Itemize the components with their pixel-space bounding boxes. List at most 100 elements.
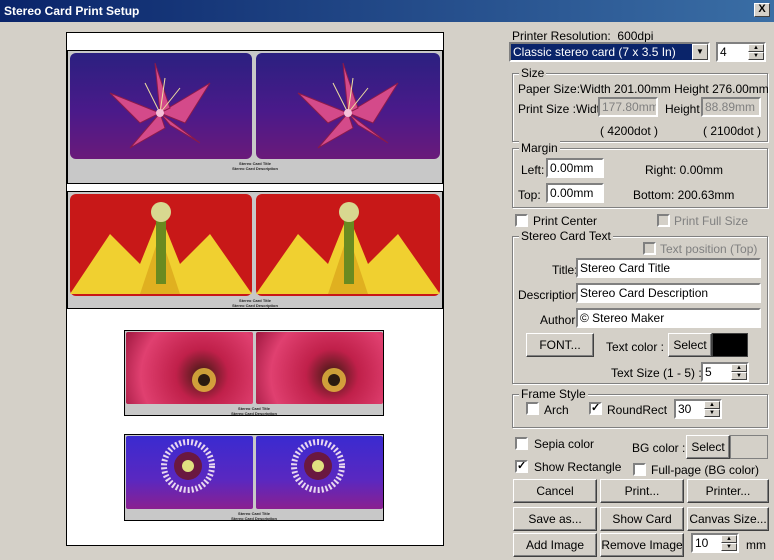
- margin-group-label: Margin: [519, 141, 560, 155]
- show-rectangle-checkbox[interactable]: ✓: [515, 460, 528, 473]
- margin-top-field[interactable]: 0.00mm: [546, 183, 604, 203]
- spin-up-icon[interactable]: ▲: [704, 401, 720, 409]
- cancel-button[interactable]: Cancel: [513, 479, 597, 503]
- remove-image-button[interactable]: Remove Image: [600, 533, 684, 557]
- spin-up-icon[interactable]: ▲: [721, 535, 737, 543]
- stereo-card-2[interactable]: Stereo Card Title Stereo Card Descriptio…: [67, 191, 443, 309]
- stereo-card-1[interactable]: Stereo Card Title Stereo Card Descriptio…: [67, 50, 443, 184]
- spin-down-icon[interactable]: ▼: [748, 52, 764, 60]
- title-bar: Stereo Card Print Setup X: [0, 0, 774, 22]
- arch-label: Arch: [544, 403, 569, 417]
- text-color-swatch[interactable]: [712, 333, 748, 357]
- canvas-size-button[interactable]: Canvas Size...: [687, 507, 769, 531]
- chevron-down-icon[interactable]: ▼: [692, 44, 708, 60]
- copies-spin[interactable]: ▲ ▼: [748, 44, 764, 60]
- bg-color-swatch[interactable]: [730, 435, 768, 459]
- card-description: Stereo Card Description: [232, 166, 278, 171]
- left-image: [70, 53, 252, 159]
- print-center-label: Print Center: [533, 214, 598, 228]
- spin-up-icon[interactable]: ▲: [731, 364, 747, 372]
- right-image: [256, 436, 383, 509]
- stereo-card-4[interactable]: Stereo Card Title Stereo Card Descriptio…: [124, 434, 384, 521]
- roundrect-stepper[interactable]: 30 ▲ ▼: [674, 399, 722, 419]
- font-button[interactable]: FONT...: [526, 333, 594, 357]
- spin-up-icon[interactable]: ▲: [748, 44, 764, 52]
- tulip-image: [256, 202, 440, 294]
- text-size-spin[interactable]: ▲ ▼: [731, 364, 747, 380]
- print-preview: Stereo Card Title Stereo Card Descriptio…: [6, 24, 500, 556]
- roundrect-checkbox[interactable]: ✓: [589, 402, 602, 415]
- print-width-field: 177.80mm: [598, 97, 658, 117]
- close-button[interactable]: X: [754, 3, 770, 17]
- show-card-button[interactable]: Show Card: [600, 507, 684, 531]
- printer-button[interactable]: Printer...: [687, 479, 769, 503]
- bg-color-select-button[interactable]: Select: [686, 435, 730, 459]
- left-image: [126, 436, 253, 509]
- add-image-button[interactable]: Add Image: [513, 533, 597, 557]
- title-label: Title:: [552, 263, 578, 277]
- frame-style-label: Frame Style: [519, 387, 588, 401]
- text-size-label: Text Size (1 - 5) :: [611, 366, 702, 380]
- text-color-label: Text color :: [606, 340, 665, 354]
- card-description: Stereo Card Description: [231, 516, 277, 521]
- print-size-label: Print Size :Width: [518, 102, 607, 116]
- author-field[interactable]: © Stereo Maker: [576, 308, 761, 328]
- margin-left-label: Left:: [521, 163, 545, 177]
- text-color-select-button[interactable]: Select: [668, 333, 712, 357]
- spin-down-icon[interactable]: ▼: [731, 372, 747, 380]
- paper-size-text: Paper Size:Width 201.00mm Height 276.00m…: [518, 82, 769, 96]
- save-as-button[interactable]: Save as...: [513, 507, 597, 531]
- printer-resolution-label: Printer Resolution: 600dpi: [512, 29, 654, 43]
- sepia-checkbox[interactable]: [515, 437, 528, 450]
- text-size-stepper[interactable]: 5 ▲ ▼: [701, 362, 749, 382]
- right-image: [256, 332, 383, 404]
- height-label: Height: [665, 102, 700, 116]
- margin-right-text: Right: 0.00mm: [645, 163, 724, 177]
- text-position-checkbox: [643, 242, 656, 255]
- right-image: [256, 53, 440, 159]
- print-button[interactable]: Print...: [600, 479, 684, 503]
- full-page-label: Full-page (BG color): [651, 463, 760, 477]
- tulip-image: [70, 202, 252, 294]
- margin-bottom-text: Bottom: 200.63mm: [633, 188, 735, 202]
- title-field[interactable]: Stereo Card Title: [576, 258, 761, 278]
- spacing-unit: mm: [746, 538, 766, 552]
- author-label: Author:: [540, 313, 579, 327]
- window-title: Stereo Card Print Setup: [4, 4, 140, 18]
- passion-flower-image: [291, 439, 345, 493]
- passion-flower-image: [161, 439, 215, 493]
- margin-left-field[interactable]: 0.00mm: [546, 158, 604, 178]
- spin-down-icon[interactable]: ▼: [704, 409, 720, 417]
- height-dots: ( 2100dot ): [703, 124, 762, 138]
- print-full-size-checkbox: [657, 214, 670, 227]
- spacing-spin[interactable]: ▲ ▼: [721, 535, 737, 551]
- copies-stepper[interactable]: 4 ▲ ▼: [716, 42, 766, 62]
- tulip-center-image: [322, 368, 346, 392]
- card-description: Stereo Card Description: [232, 303, 278, 308]
- text-position-label: Text position (Top): [660, 242, 758, 256]
- stereo-card-3[interactable]: Stereo Card Title Stereo Card Descriptio…: [124, 330, 384, 416]
- print-center-checkbox[interactable]: [515, 214, 528, 227]
- left-image: [126, 332, 253, 404]
- spin-down-icon[interactable]: ▼: [721, 543, 737, 551]
- right-image: [256, 194, 440, 296]
- tulip-center-image: [192, 368, 216, 392]
- printer-resolution-value: 600dpi: [617, 29, 654, 43]
- width-dots: ( 4200dot ): [600, 124, 659, 138]
- card-description: Stereo Card Description: [231, 411, 277, 416]
- left-image: [70, 194, 252, 296]
- full-page-checkbox[interactable]: [633, 463, 646, 476]
- spacing-stepper[interactable]: 10 ▲ ▼: [691, 533, 739, 553]
- print-full-size-label: Print Full Size: [674, 214, 749, 228]
- paper-page: Stereo Card Title Stereo Card Descriptio…: [66, 32, 444, 546]
- description-label: Description:: [518, 288, 582, 302]
- card-type-select[interactable]: Classic stereo card (7 x 3.5 In) ▼: [509, 42, 710, 62]
- print-height-field: 88.89mm: [701, 97, 761, 117]
- roundrect-spin[interactable]: ▲ ▼: [704, 401, 720, 417]
- description-field[interactable]: Stereo Card Description: [576, 283, 761, 303]
- lily-image: [297, 62, 399, 149]
- show-rectangle-label: Show Rectangle: [534, 460, 622, 474]
- margin-top-label: Top:: [518, 188, 541, 202]
- sepia-label: Sepia color: [534, 437, 595, 451]
- arch-checkbox[interactable]: [526, 402, 539, 415]
